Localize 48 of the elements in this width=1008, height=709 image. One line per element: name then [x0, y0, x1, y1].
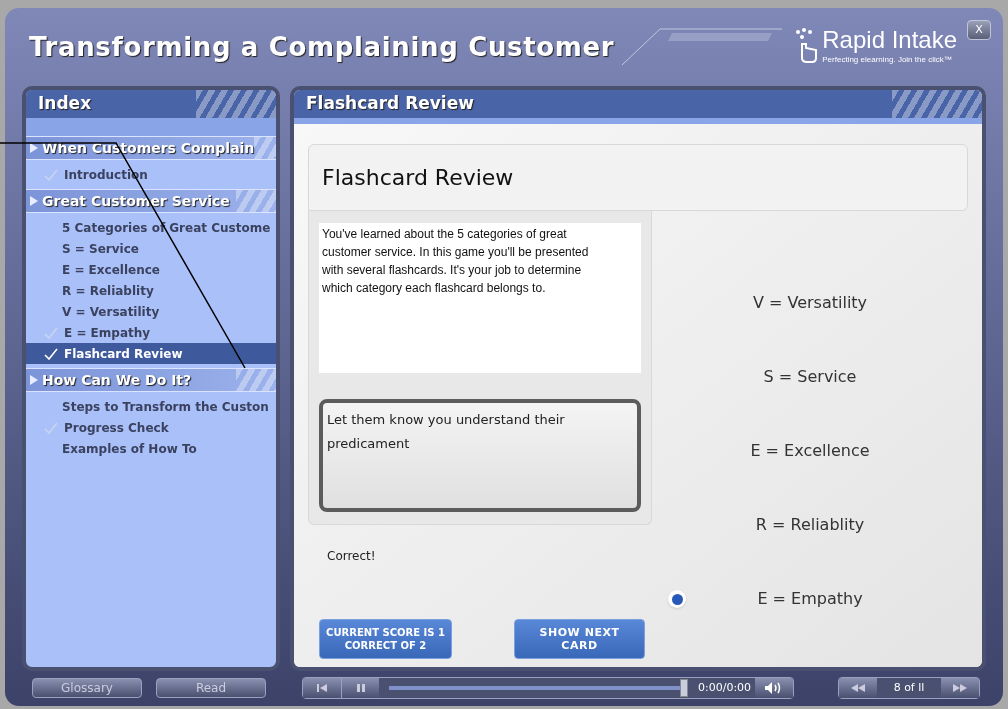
close-button[interactable]: X	[967, 20, 991, 40]
triangle-icon	[30, 375, 38, 385]
triangle-icon	[30, 196, 38, 206]
window-title: Transforming a Complaining Customer	[29, 30, 615, 64]
fast-forward-icon	[953, 684, 967, 692]
triangle-icon	[30, 143, 38, 153]
category-option[interactable]: E = Excellence	[750, 439, 870, 463]
index-item[interactable]: E = Empathy	[26, 322, 276, 343]
category-option[interactable]: E = Empathy	[757, 587, 863, 611]
rewind-icon	[851, 684, 865, 692]
glossary-button[interactable]: Glossary	[32, 678, 142, 698]
time-display: 0:00/0:00	[697, 679, 753, 696]
score-button[interactable]: CURRENT SCORE IS 1 CORRECT OF 2	[319, 619, 452, 659]
brand-name: Rapid Intake	[822, 28, 958, 52]
flashcard[interactable]: Let them know you understand their predicament	[319, 399, 641, 512]
stripe-decoration	[236, 369, 276, 391]
hand-pointer-icon	[794, 28, 819, 64]
index-item[interactable]: S = Service	[26, 238, 276, 259]
brand-tagline: Perfecting elearning. Join the click™	[822, 54, 953, 66]
page-heading: Flashcard Review	[322, 164, 514, 192]
skip-back-icon	[317, 684, 327, 692]
stripe-decoration	[236, 190, 276, 212]
index-item[interactable]: E = Excellence	[26, 259, 276, 280]
index-title: Index	[38, 92, 92, 116]
category-option[interactable]: V = Versatility	[752, 291, 868, 315]
volume-button[interactable]	[755, 678, 794, 698]
index-item[interactable]: Progress Check	[26, 417, 276, 438]
restart-button[interactable]	[303, 678, 341, 698]
intro-text: You've learned about the 5 categories of great customer service. In this game you'll be presented with several flashcards. It's your job to determine which category each flashcard belongs to.	[319, 223, 641, 373]
feedback-text: Correct!	[327, 548, 377, 565]
index-item[interactable]: R = Reliablity	[26, 280, 276, 301]
content-header: Flashcard Review	[306, 92, 474, 116]
index-item[interactable]: Examples of How To	[26, 438, 276, 459]
index-item[interactable]: Steps to Transform the Custon	[26, 396, 276, 417]
radio-button[interactable]	[668, 590, 686, 608]
next-button[interactable]	[941, 678, 979, 698]
index-item[interactable]: V = Versatility	[26, 301, 276, 322]
category-option[interactable]: R = Reliablity	[755, 513, 865, 537]
pause-button[interactable]	[341, 678, 379, 698]
category-option[interactable]: S = Service	[763, 365, 857, 389]
slider-thumb[interactable]	[680, 679, 688, 697]
index-item[interactable]: Flashcard Review	[26, 343, 276, 364]
page-counter: 8 of ll	[892, 679, 926, 696]
section-title: How Can We Do It?	[42, 370, 192, 390]
pause-icon	[356, 684, 365, 692]
next-card-button[interactable]: SHOW NEXT CARD	[514, 619, 645, 659]
previous-button[interactable]	[839, 678, 877, 698]
read-button[interactable]: Read	[156, 678, 266, 698]
